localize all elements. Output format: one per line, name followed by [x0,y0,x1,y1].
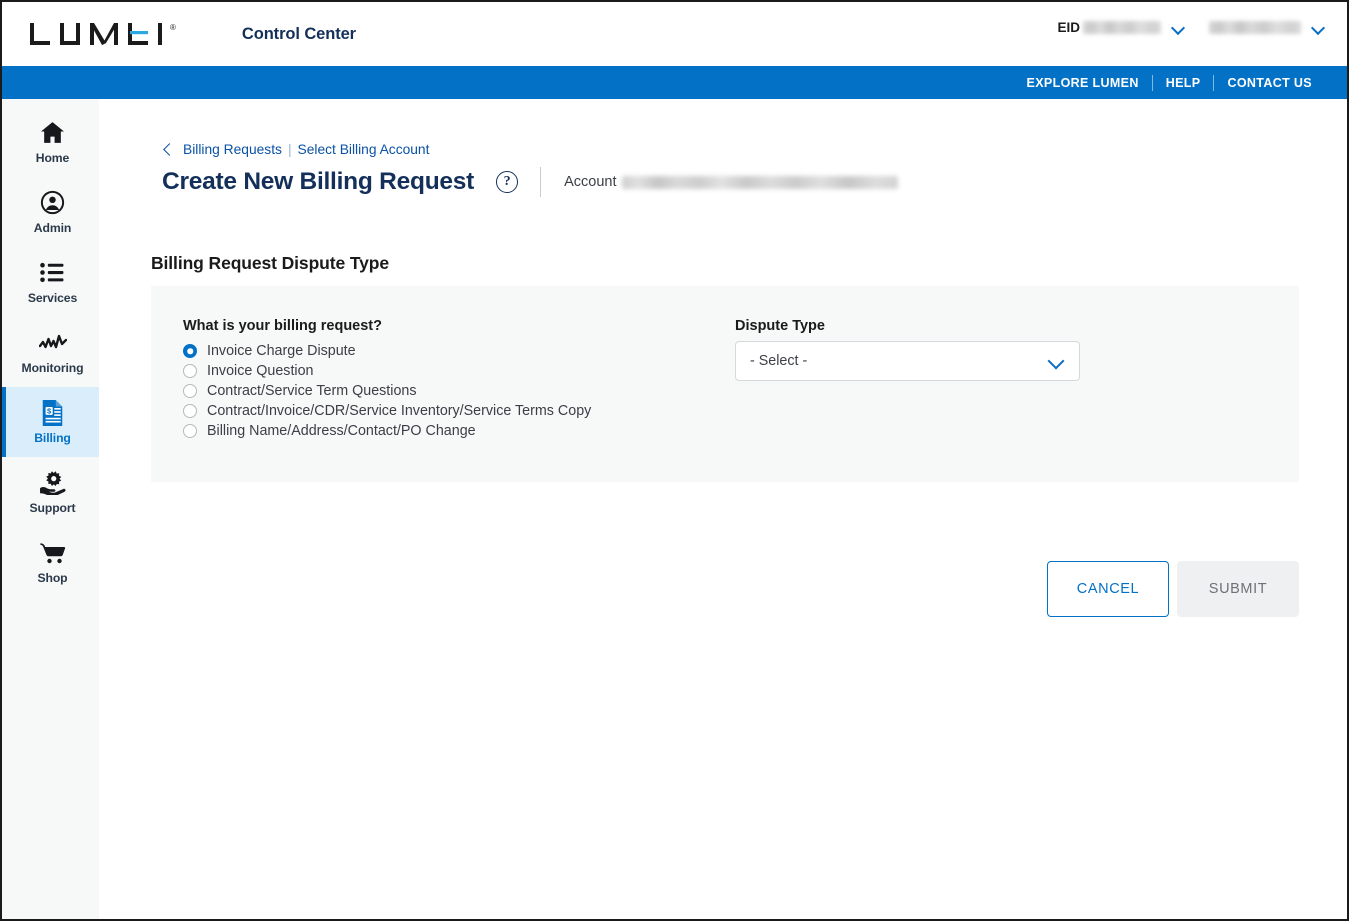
home-icon [40,120,65,146]
sidebar-label-support: Support [29,500,76,515]
billing-request-question-label: What is your billing request? [183,318,382,334]
radio-label: Contract/Invoice/CDR/Service Inventory/S… [207,403,592,419]
list-icon [40,260,65,286]
radio-contract-service-term-questions[interactable]: Contract/Service Term Questions [183,381,591,401]
left-sidebar: Home Admin Services Monitoring $ Billing… [2,99,99,919]
help-link[interactable]: HELP [1153,76,1214,90]
main-content: Billing Requests | Select Billing Accoun… [99,99,1347,919]
username-redacted [1209,21,1301,34]
section-title: Billing Request Dispute Type [151,253,390,273]
sidebar-item-home[interactable]: Home [2,107,99,177]
cart-icon [39,540,67,566]
lumen-logo-svg [30,22,162,45]
radio-billing-name-address-change[interactable]: Billing Name/Address/Contact/PO Change [183,421,591,441]
sidebar-label-admin: Admin [33,220,72,235]
radio-label: Invoice Charge Dispute [207,343,356,359]
sidebar-item-billing[interactable]: $ Billing [2,387,99,457]
radio-label: Invoice Question [207,363,314,379]
gear-hand-icon [39,470,66,496]
radio-mark [183,344,197,358]
radio-invoice-question[interactable]: Invoice Question [183,361,591,381]
app-name: Control Center [241,24,357,43]
radio-mark [183,384,197,398]
radio-invoice-charge-dispute[interactable]: Invoice Charge Dispute [183,341,591,361]
dispute-type-select[interactable]: - Select - [735,341,1080,381]
sidebar-item-monitoring[interactable]: Monitoring [2,317,99,387]
sidebar-label-billing: Billing [34,430,71,445]
logo-registered-mark: ® [170,22,176,32]
sidebar-item-services[interactable]: Services [2,247,99,317]
user-circle-icon [40,190,65,216]
account-label: Account [564,174,617,190]
page-title: Create New Billing Request [162,168,475,195]
invoice-dollar-icon: $ [40,399,65,426]
breadcrumb: Billing Requests | Select Billing Accoun… [162,142,429,157]
radio-label: Contract/Service Term Questions [207,383,417,399]
sidebar-item-support[interactable]: Support [2,457,99,527]
lumen-logo[interactable]: ® [30,21,176,48]
title-divider [540,167,542,197]
page-title-row: Create New Billing Request ? Account [162,162,899,202]
sidebar-label-monitoring: Monitoring [21,360,84,375]
account-display: Account [564,174,899,190]
app-window: ® Control Center EID EXPLORE LUMEN HELP … [0,0,1349,921]
dispute-type-label: Dispute Type [735,318,825,334]
radio-label: Billing Name/Address/Contact/PO Change [207,423,476,439]
contact-us-link[interactable]: CONTACT US [1214,76,1325,90]
account-value-redacted [622,175,899,189]
form-actions: CANCEL SUBMIT [1047,561,1299,617]
radio-mark [183,424,197,438]
chevron-down-icon[interactable] [1312,21,1325,34]
billing-request-radio-group: Invoice Charge Dispute Invoice Question … [183,341,591,441]
chevron-down-icon[interactable] [1172,21,1185,34]
user-account-selector[interactable] [1209,21,1325,34]
cancel-button[interactable]: CANCEL [1047,561,1169,617]
chevron-left-icon[interactable] [162,143,175,156]
dispute-type-panel: What is your billing request? Invoice Ch… [151,286,1299,482]
sidebar-label-shop: Shop [37,570,68,585]
utility-nav-bar: EXPLORE LUMEN HELP CONTACT US [2,66,1347,99]
header-right-group: EID [1057,20,1325,35]
eid-label: EID [1057,20,1080,35]
chevron-down-icon[interactable] [1049,353,1065,369]
breadcrumb-divider: | [287,142,292,157]
eid-selector[interactable]: EID [1057,20,1209,35]
radio-mark [183,404,197,418]
top-header: ® Control Center EID [2,2,1347,66]
dispute-type-value: - Select - [750,353,808,369]
sidebar-item-shop[interactable]: Shop [2,527,99,597]
sidebar-label-services: Services [27,290,78,305]
sidebar-label-home: Home [35,150,70,165]
submit-button[interactable]: SUBMIT [1177,561,1299,617]
radio-mark [183,364,197,378]
help-circle-icon[interactable]: ? [496,171,519,193]
radio-contract-invoice-cdr-copy[interactable]: Contract/Invoice/CDR/Service Inventory/S… [183,401,591,421]
eid-value-redacted [1083,21,1161,34]
breadcrumb-link-select-billing-account[interactable]: Select Billing Account [298,142,430,157]
explore-lumen-link[interactable]: EXPLORE LUMEN [1014,76,1152,90]
waveform-icon [38,330,67,356]
breadcrumb-link-billing-requests[interactable]: Billing Requests [183,142,282,157]
sidebar-item-admin[interactable]: Admin [2,177,99,247]
